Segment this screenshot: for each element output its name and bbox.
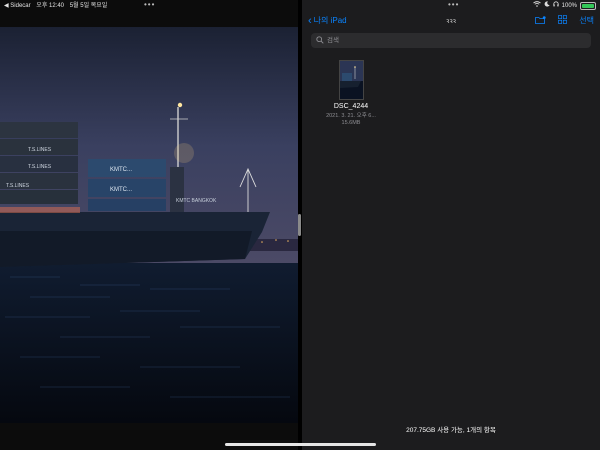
battery-percent: 100% [561, 3, 577, 9]
battery-icon [580, 2, 596, 10]
status-time: 오후 12:40 [36, 3, 65, 9]
search-bar[interactable] [311, 33, 591, 48]
file-name: DSC_4244 [333, 103, 369, 110]
status-bar: ◀ Sidecar 오후 12:40 5월 5일 목요일 100% [0, 0, 600, 12]
file-size: 15.6MB [341, 120, 361, 126]
grid-view-icon[interactable] [558, 15, 568, 26]
file-thumbnail [338, 60, 364, 100]
svg-text:KMTC...: KMTC... [110, 167, 132, 173]
moon-icon [544, 0, 550, 12]
files-nav-bar: ‹ 나의 iPad ꝛꝛꝛ 선택 [302, 12, 600, 32]
split-view-drag-handle[interactable] [298, 214, 301, 236]
svg-text:KMTC BANGKOK: KMTC BANGKOK [176, 198, 217, 204]
svg-text:KMTC...: KMTC... [110, 187, 132, 193]
photo-viewer-pane: ••• T.S.LINES T.S.LINES T.S.LINES KMTC..… [0, 0, 298, 450]
ship-photo: T.S.LINES T.S.LINES T.S.LINES KMTC... KM… [0, 27, 298, 423]
back-button[interactable]: ‹ 나의 iPad [308, 15, 347, 26]
svg-text:T.S.LINES: T.S.LINES [28, 147, 52, 153]
status-date: 5월 5일 목요일 [69, 3, 108, 9]
select-button[interactable]: 선택 [579, 15, 594, 26]
sort-options-icon[interactable]: ꝛꝛꝛ [446, 17, 456, 26]
file-date: 2021. 3. 21. 오후 6... [326, 113, 376, 119]
headphones-icon [553, 0, 559, 12]
chevron-left-icon: ‹ [308, 14, 312, 27]
search-icon [316, 36, 324, 44]
file-item[interactable]: DSC_4244 2021. 3. 21. 오후 6... 15.6MB [318, 60, 384, 126]
new-folder-icon[interactable] [535, 15, 546, 26]
wifi-icon [532, 0, 541, 12]
home-indicator[interactable] [225, 443, 376, 446]
storage-summary: 207.75GB 사용 가능, 1개의 항목 [406, 427, 496, 434]
svg-text:T.S.LINES: T.S.LINES [6, 183, 30, 189]
back-button-label: 나의 iPad [313, 16, 347, 25]
back-to-app-link[interactable]: ◀ Sidecar [4, 3, 31, 9]
svg-text:T.S.LINES: T.S.LINES [28, 164, 52, 170]
search-input[interactable] [327, 33, 577, 48]
